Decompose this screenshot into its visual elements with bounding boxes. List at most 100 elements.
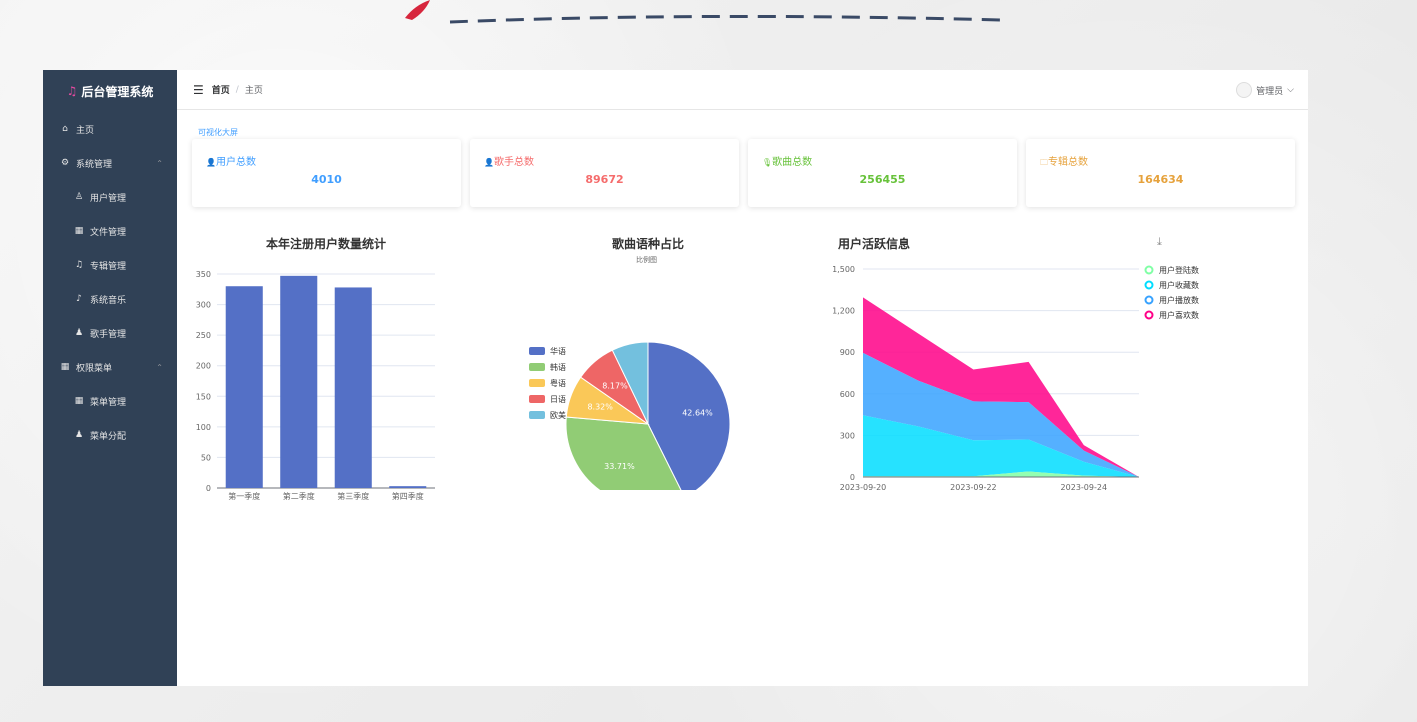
y-tick-label: 1,200 [832,307,855,316]
sidebar-item-label: 专辑管理 [90,261,127,272]
legend-swatch [529,411,545,419]
stat-card-title: 👤用户总数 [206,153,256,168]
headphones-icon: ♫ [66,84,78,98]
sidebar-item-8[interactable]: ▦ 菜单管理 [43,384,177,418]
user-filled-icon: ♟ [74,430,84,440]
bar-chart: 0 50 100 150 200 250 300 350 第一季度 第二季度 第三季度 第四季度 [196,270,435,501]
y-tick-label: 900 [840,348,855,357]
stat-label: 用户总数 [215,157,256,168]
legend-label: 欧美 [550,410,566,420]
pie-label: 42.64% [682,408,713,417]
x-tick-label: 2023-09-24 [1061,483,1108,492]
legend-marker [1144,310,1154,320]
legend-swatch [529,379,545,387]
legend-label: 韩语 [550,362,566,372]
sidebar-item-9[interactable]: ♟ 菜单分配 [43,418,177,452]
bar[interactable] [225,286,263,488]
legend-swatch [529,347,545,355]
legend-label: 用户播放数 [1159,295,1199,305]
sidebar: ♫ 后台管理系统 ⌂ 主页 ⚙ 系统管理 ⌃ ♙ 用户管理 ▦ 文件管理 ♫ 专辑管理 ♪ 系统音乐 ♟ 歌… [43,70,177,686]
legend-label: 用户登陆数 [1159,265,1199,275]
x-tick-label: 第一季度 [228,491,260,501]
y-tick-label: 0 [206,484,211,493]
gear-icon: ⚙ [60,158,70,168]
home-icon: ⌂ [62,124,68,134]
y-tick-label: 250 [196,331,211,340]
y-tick-label: 200 [196,362,211,371]
sidebar-item-3[interactable]: ▦ 文件管理 [43,214,177,248]
x-tick-label: 2023-09-20 [840,483,887,492]
sidebar-menu: ⌂ 主页 ⚙ 系统管理 ⌃ ♙ 用户管理 ▦ 文件管理 ♫ 专辑管理 ♪ 系统音乐 ♟ 歌手管理 ▦ 权限菜单 ⌃… [43,112,177,452]
sidebar-item-label: 菜单分配 [90,431,127,442]
stat-value: 164634 [1137,173,1184,186]
sidebar-item-4[interactable]: ♫ 专辑管理 [43,248,177,282]
x-tick-label: 第四季度 [392,491,424,501]
sidebar-item-6[interactable]: ♟ 歌手管理 [43,316,177,350]
stat-icon: 🎙 [762,158,773,167]
stat-card-title: 👤歌手总数 [484,153,534,168]
pie-label: 8.32% [587,403,613,412]
x-tick-label: 第三季度 [337,491,369,501]
sidebar-item-label: 菜单管理 [90,397,127,408]
legend-label: 华语 [550,346,566,356]
legend-marker [1144,295,1154,305]
sidebar-item-label: 主页 [76,125,95,136]
app-title: 后台管理系统 [81,84,154,99]
sidebar-item-label: 系统管理 [76,159,113,170]
x-tick-label: 2023-09-22 [950,483,997,492]
chevron-up-icon: ⌃ [156,362,163,372]
stat-label: 专辑总数 [1048,157,1088,168]
legend-label: 用户收藏数 [1159,280,1199,290]
y-tick-label: 50 [201,453,211,462]
menu-toggle-icon[interactable]: ☰ [193,83,204,97]
y-tick-label: 150 [196,392,211,401]
legend-marker [1144,280,1154,290]
stat-icon: 🗀 [1040,158,1048,167]
avatar [1236,82,1253,98]
grid-icon: ▦ [74,226,84,236]
main-content: 可视化大屏 👤用户总数 4010 👤歌手总数 89672 🎙歌曲总数 256455 🗀专辑总… [177,110,1308,686]
breadcrumb-current: 主页 [244,86,263,96]
stat-card-title: 🗀专辑总数 [1040,153,1088,171]
sidebar-item-1[interactable]: ⚙ 系统管理 ⌃ [43,146,177,180]
bar[interactable] [334,287,372,488]
legend-swatch [529,363,545,371]
area-chart: 0 300 600 900 1,200 1,500 2023-09-20 2023-09-22… [832,265,1199,492]
sidebar-item-label: 系统音乐 [90,295,127,306]
y-tick-label: 0 [850,473,855,482]
dashboard-link[interactable]: 可视化大屏 [198,127,238,138]
decoration-dashed-line [405,0,1000,24]
y-tick-label: 300 [840,431,855,440]
bar[interactable] [280,275,318,488]
grid-icon: ▦ [74,396,84,406]
headphones-icon: ♪ [76,294,82,304]
stat-label: 歌曲总数 [772,157,813,168]
stat-card: 🎙歌曲总数 256455 [748,139,1017,207]
breadcrumb-home[interactable]: 首页 [212,83,230,96]
chevron-up-icon: ⌃ [156,158,163,168]
y-tick-label: 100 [196,423,211,432]
y-tick-label: 1,500 [832,265,855,274]
sidebar-item-5[interactable]: ♪ 系统音乐 [43,282,177,316]
user-filled-icon: ♟ [74,328,84,338]
pie-label: 33.71% [604,462,635,471]
sidebar-item-2[interactable]: ♙ 用户管理 [43,180,177,214]
legend-label: 日语 [550,394,566,404]
sidebar-item-7[interactable]: ▦ 权限菜单 ⌃ [43,350,177,384]
bar-chart-title: 本年注册用户数量统计 [266,237,387,251]
user-name: 管理员 [1256,86,1284,97]
app-window: ♫ 后台管理系统 ⌂ 主页 ⚙ 系统管理 ⌃ ♙ 用户管理 ▦ 文件管理 ♫ 专辑管理 ♪ 系统音乐 ♟ 歌… [43,70,1308,686]
bar[interactable] [389,486,427,488]
legend-swatch [529,395,545,403]
sidebar-item-label: 权限菜单 [76,363,113,374]
stat-card: 👤歌手总数 89672 [470,139,739,207]
sidebar-item-label: 用户管理 [90,193,127,204]
brand[interactable]: ♫ 后台管理系统 [43,70,177,112]
y-tick-label: 600 [840,390,855,399]
sidebar-item-0[interactable]: ⌂ 主页 [43,112,177,146]
legend-marker [1144,265,1154,275]
download-icon[interactable]: ⤓ [1157,235,1162,249]
user-menu[interactable]: 管理员 ⌵ [1236,82,1294,98]
sidebar-item-label: 歌手管理 [90,329,127,340]
legend-label: 粤语 [550,378,566,388]
